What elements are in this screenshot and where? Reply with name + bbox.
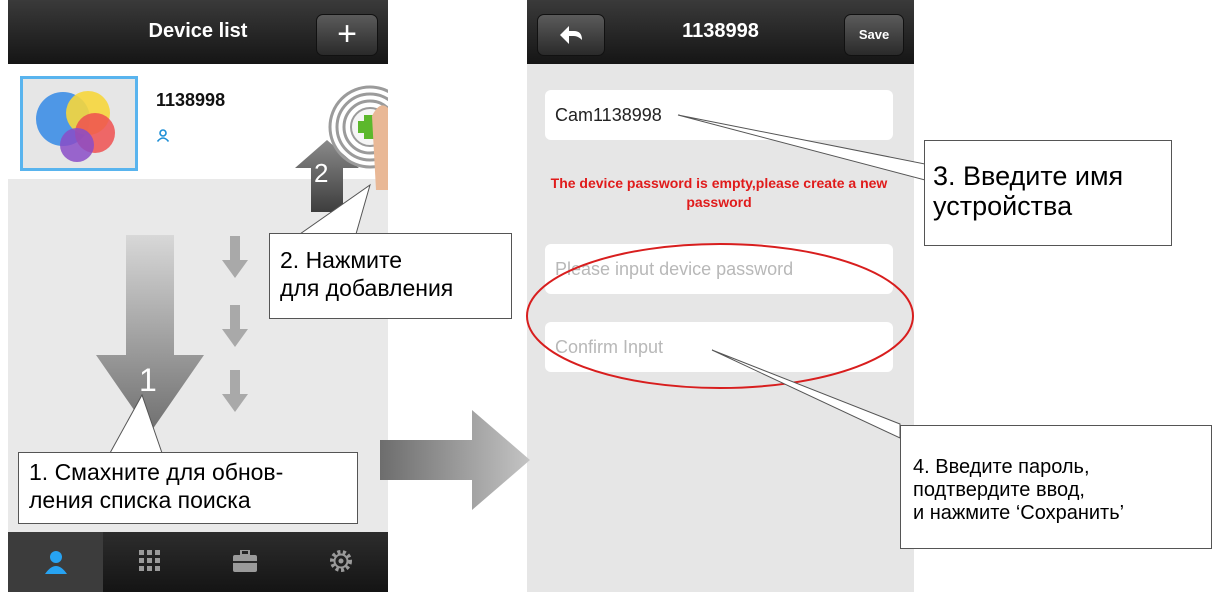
step4-text-line2: подтвердите ввод, <box>913 479 1085 501</box>
step3-text-line1: 3. Введите имя <box>933 161 1124 191</box>
step1-text-line1: 1. Смахните для обнов- <box>29 459 284 485</box>
step2-text-line2: для добавления <box>280 275 454 301</box>
step3-text-line2: устройства <box>933 191 1073 221</box>
step2-callout: 2. Нажмите для добавления <box>269 233 512 319</box>
step3-callout: 3. Введите имя устройства <box>924 140 1172 246</box>
step4-text-line3: и нажмите ‘Сохранить’ <box>913 502 1125 524</box>
step4-text-line1: 4. Введите пароль, <box>913 456 1090 478</box>
step1-callout: 1. Смахните для обнов- ления списка поис… <box>18 452 358 524</box>
step1-text-line2: ления списка поиска <box>29 487 251 513</box>
step2-text-line1: 2. Нажмите <box>280 247 403 273</box>
step4-callout: 4. Введите пароль, подтвердите ввод, и н… <box>900 425 1212 549</box>
